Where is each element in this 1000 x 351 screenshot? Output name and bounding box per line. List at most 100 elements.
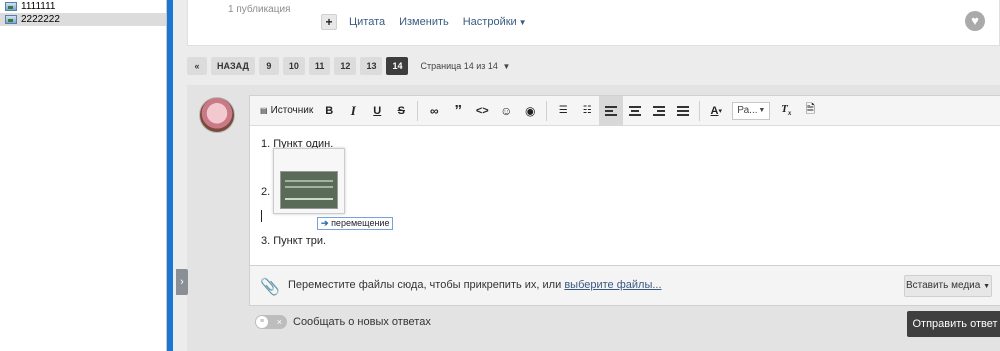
caret-down-icon: ▼: [518, 18, 527, 27]
bold-button[interactable]: B: [317, 96, 341, 126]
bold-icon: B: [325, 104, 334, 117]
caret-down-icon: ▾: [718, 107, 722, 115]
strikethrough-icon: S: [397, 104, 405, 117]
rich-text-editor: ▤ Источник B I U S ∞ ” <> ☺ ◉ ☰ ☷ A ▾ Ра…: [249, 95, 1000, 266]
first-page-button[interactable]: «: [187, 57, 207, 75]
page-info-text: Страница 14 из 14: [420, 61, 498, 71]
attach-text: Переместите файлы сюда, чтобы прикрепить…: [288, 279, 562, 291]
strikethrough-button[interactable]: S: [389, 96, 413, 126]
text-cursor: [261, 210, 262, 222]
align-left-icon: [605, 104, 618, 118]
page-12[interactable]: 12: [334, 57, 357, 75]
main-content: 1 публикация + Цитата Изменить Настройки…: [173, 0, 1000, 351]
italic-button[interactable]: I: [341, 96, 365, 126]
spoiler-button[interactable]: ◉: [518, 96, 542, 126]
caret-down-icon: ▼: [502, 62, 511, 71]
bullet-list-icon: ☰: [558, 105, 568, 116]
align-left-button[interactable]: [599, 95, 624, 126]
page-jump-dropdown[interactable]: Страница 14 из 14 ▼: [420, 61, 510, 71]
settings-dropdown[interactable]: Настройки ▼: [463, 16, 527, 28]
eye-icon: ◉: [525, 103, 536, 118]
user-avatar[interactable]: [199, 97, 235, 133]
code-button[interactable]: <>: [470, 96, 494, 126]
multiquote-plus-button[interactable]: +: [321, 14, 337, 30]
align-center-icon: [629, 104, 642, 118]
page-11[interactable]: 11: [308, 57, 331, 75]
drag-preview-image: [273, 148, 345, 214]
reply-footer: ≡ × Сообщать о новых ответах Отправить о…: [249, 307, 1000, 351]
numbered-list-button[interactable]: ☷: [575, 96, 599, 126]
align-right-button[interactable]: [647, 96, 671, 126]
editor-toolbar: ▤ Источник B I U S ∞ ” <> ☺ ◉ ☰ ☷ A ▾ Ра…: [250, 95, 1000, 126]
choose-files-link[interactable]: выберите файлы...: [564, 279, 661, 291]
toggle-knob: ≡: [256, 316, 268, 328]
align-justify-icon: [677, 104, 690, 118]
text-color-icon: A: [710, 104, 719, 117]
editor-content[interactable]: 1. Пункт один. 2. Пункт два. 3. Пункт тр…: [250, 126, 1000, 266]
insert-media-label: Вставить медиа: [905, 280, 981, 291]
caret-down-icon: ▼: [983, 283, 991, 290]
drag-thumbnail: [280, 171, 338, 209]
text-color-button[interactable]: A ▾: [704, 96, 728, 126]
font-select-value: Ра...: [737, 105, 758, 116]
image-file-icon: [5, 2, 17, 11]
link-button[interactable]: ∞: [422, 96, 446, 126]
align-right-icon: [653, 104, 666, 118]
underline-button[interactable]: U: [365, 96, 389, 126]
notify-label: Сообщать о новых ответах: [293, 316, 431, 328]
page-10[interactable]: 10: [282, 57, 305, 75]
toolbar-divider: [546, 100, 548, 121]
page-14-current[interactable]: 14: [386, 57, 409, 75]
preview-button[interactable]: 🗎: [798, 96, 822, 126]
underline-icon: U: [373, 104, 382, 117]
settings-label: Настройки: [462, 16, 517, 28]
attach-instructions: Переместите файлы сюда, чтобы прикрепить…: [288, 279, 662, 291]
toolbar-divider: [699, 100, 701, 121]
back-button[interactable]: НАЗАД: [211, 57, 255, 75]
image-file-icon: [5, 15, 17, 24]
insert-media-button[interactable]: Вставить медиа ▼: [904, 275, 992, 297]
paperclip-icon: 📎: [260, 279, 280, 296]
link-icon: ∞: [429, 103, 439, 118]
file-item-2[interactable]: 2222222: [0, 13, 166, 26]
attachment-dropzone[interactable]: 📎 Переместите файлы сюда, чтобы прикрепи…: [249, 266, 1000, 306]
align-justify-button[interactable]: [671, 96, 695, 126]
quote-icon: ”: [454, 102, 463, 119]
source-label: Источник: [270, 105, 314, 116]
caret-down-icon: ▼: [758, 107, 766, 114]
emoji-button[interactable]: ☺: [494, 96, 518, 126]
publication-count: 1 публикация: [228, 4, 291, 15]
italic-icon: I: [350, 102, 356, 118]
quick-reply: ▤ Источник B I U S ∞ ” <> ☺ ◉ ☰ ☷ A ▾ Ра…: [187, 85, 1000, 351]
preview-icon: 🗎: [805, 102, 816, 116]
submit-reply-button[interactable]: Отправить ответ: [907, 311, 1000, 337]
align-center-button[interactable]: [623, 96, 647, 126]
file-panel: 1111111 2222222: [0, 0, 167, 351]
numbered-list-icon: ☷: [582, 105, 592, 116]
post-actions: + Цитата Изменить Настройки ▼: [321, 12, 541, 32]
source-icon: ▤: [260, 106, 268, 115]
drag-move-tooltip: ➔ перемещение: [317, 217, 394, 230]
close-icon: ×: [276, 317, 282, 327]
post-footer: 1 публикация + Цитата Изменить Настройки…: [187, 0, 1000, 46]
smiley-icon: ☺: [500, 103, 513, 118]
list-item: 3. Пункт три.: [261, 235, 327, 247]
file-name: 2222222: [21, 14, 60, 25]
clear-format-button[interactable]: Tx: [774, 96, 798, 126]
page-9[interactable]: 9: [258, 57, 279, 75]
heart-icon[interactable]: ♥: [965, 11, 985, 31]
page-13[interactable]: 13: [360, 57, 383, 75]
notify-toggle[interactable]: ≡ ×: [255, 315, 287, 329]
bullet-list-button[interactable]: ☰: [551, 96, 575, 126]
chevron-right-icon[interactable]: ›: [176, 269, 188, 295]
quote-link[interactable]: Цитата: [349, 16, 385, 28]
source-button[interactable]: ▤ Источник: [256, 96, 317, 126]
file-item-1[interactable]: 1111111: [0, 0, 166, 13]
edit-link[interactable]: Изменить: [399, 16, 449, 28]
font-family-select[interactable]: Ра... ▼: [732, 101, 771, 120]
drag-tooltip-text: перемещение: [331, 218, 390, 228]
code-icon: <>: [475, 104, 489, 117]
clear-format-icon: Tx: [781, 103, 792, 118]
pagination: « НАЗАД 9 10 11 12 13 14 Страница 14 из …: [187, 57, 510, 75]
quote-button[interactable]: ”: [446, 96, 470, 126]
